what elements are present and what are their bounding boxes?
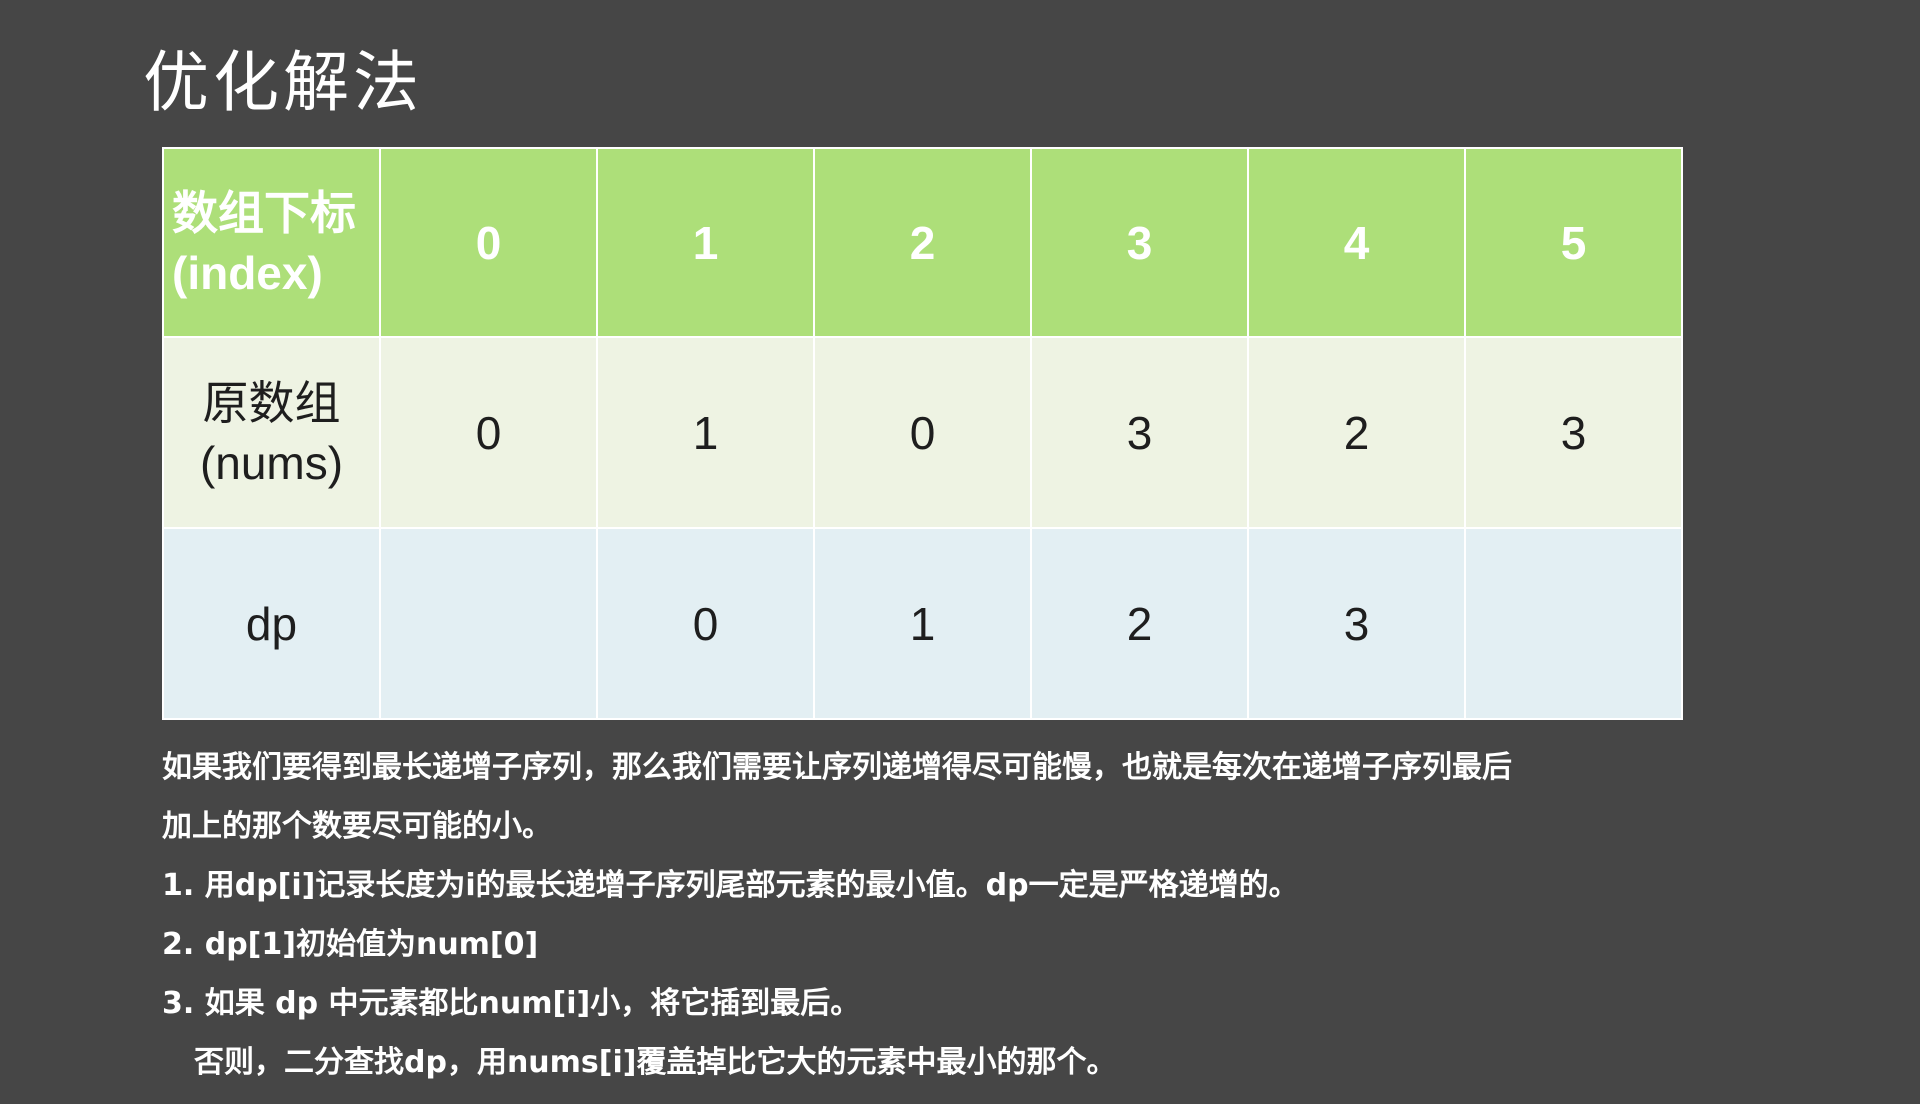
slide-title: 优化解法 [143, 44, 423, 121]
row-label-nums: 原数组 (nums) [162, 336, 381, 529]
dp-cell: 1 [813, 527, 1032, 720]
note-line: 如果我们要得到最长递增子序列，那么我们需要让序列递增得尽可能慢，也就是每次在递增… [162, 750, 1512, 785]
dp-cell: 0 [596, 527, 815, 720]
row-label-nums-line2: (nums) [199, 436, 344, 489]
explanation-notes: 如果我们要得到最长递增子序列，那么我们需要让序列递增得尽可能慢，也就是每次在递增… [162, 738, 1722, 1092]
table-row-nums: 原数组 (nums) 0 1 0 3 2 3 [162, 336, 1683, 529]
index-cell: 2 [813, 147, 1032, 338]
row-label-index-line2: (index) [172, 246, 323, 299]
note-line: 否则，二分查找dp，用nums[i]覆盖掉比它大的元素中最小的那个。 [194, 1045, 1117, 1080]
nums-cell: 3 [1030, 336, 1249, 529]
index-cell: 5 [1464, 147, 1683, 338]
index-cell: 1 [596, 147, 815, 338]
row-label-index: 数组下标 (index) [162, 147, 381, 338]
index-cell: 0 [379, 147, 598, 338]
row-label-index-line1: 数组下标 [172, 185, 356, 240]
dp-cell [1464, 527, 1683, 720]
index-cell: 3 [1030, 147, 1249, 338]
nums-cell: 3 [1464, 336, 1683, 529]
table-row-dp: dp 0 1 2 3 [162, 527, 1683, 720]
nums-cell: 1 [596, 336, 815, 529]
dp-table: 数组下标 (index) 0 1 2 3 4 5 原数组 (nums) 0 1 … [162, 147, 1683, 720]
row-label-nums-line1: 原数组 [202, 375, 341, 430]
index-cell: 4 [1247, 147, 1466, 338]
nums-cell: 2 [1247, 336, 1466, 529]
nums-cell: 0 [813, 336, 1032, 529]
note-line: 2. dp[1]初始值为num[0] [162, 927, 539, 962]
row-label-dp: dp [162, 527, 381, 720]
note-line: 加上的那个数要尽可能的小。 [162, 809, 552, 844]
nums-cell: 0 [379, 336, 598, 529]
table-row-index: 数组下标 (index) 0 1 2 3 4 5 [162, 147, 1683, 338]
dp-cell: 3 [1247, 527, 1466, 720]
note-line: 3. 如果 dp 中元素都比num[i]小，将它插到最后。 [162, 986, 861, 1021]
dp-cell: 2 [1030, 527, 1249, 720]
dp-cell [379, 527, 598, 720]
note-line: 1. 用dp[i]记录长度为i的最长递增子序列尾部元素的最小值。dp一定是严格递… [162, 868, 1299, 903]
